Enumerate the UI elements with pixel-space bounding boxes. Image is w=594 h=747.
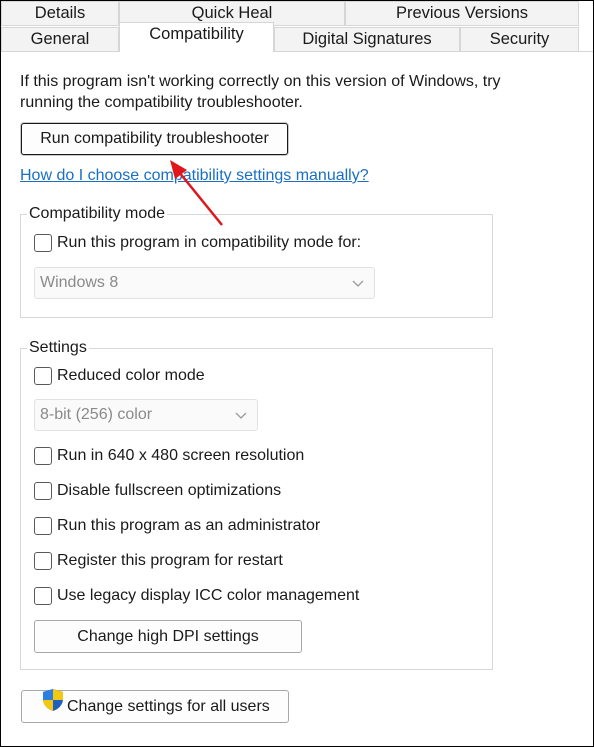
os-version-value: Windows 8 (40, 274, 119, 291)
tab-compatibility[interactable]: Compatibility (119, 22, 274, 52)
change-all-users-button[interactable]: Change settings for all users (21, 688, 289, 723)
change-all-users-label: Change settings for all users (67, 698, 270, 716)
legacy-icc-checkbox-row[interactable]: Use legacy display ICC color management (34, 587, 359, 605)
tab-security[interactable]: Security (460, 27, 579, 52)
help-link[interactable]: How do I choose compatibility settings m… (20, 167, 369, 185)
compat-mode-checkbox-row[interactable]: Run this program in compatibility mode f… (34, 234, 361, 252)
uac-shield-icon (41, 688, 65, 723)
resolution-640-label: Run in 640 x 480 screen resolution (57, 447, 305, 464)
reduced-color-checkbox[interactable] (34, 367, 52, 385)
disable-fullscreen-opt-checkbox[interactable] (34, 482, 52, 500)
compat-mode-checkbox[interactable] (34, 234, 52, 252)
register-restart-checkbox[interactable] (34, 552, 52, 570)
tab-digital-signatures[interactable]: Digital Signatures (274, 27, 460, 52)
register-restart-label: Register this program for restart (57, 552, 283, 569)
run-as-admin-checkbox[interactable] (34, 517, 52, 535)
tab-divider (1, 51, 593, 52)
run-troubleshooter-button[interactable]: Run compatibility troubleshooter (21, 123, 288, 155)
intro-text: If this program isn't working correctly … (20, 73, 501, 111)
color-mode-value: 8-bit (256) color (40, 406, 153, 423)
run-as-admin-label: Run this program as an administrator (57, 517, 321, 534)
legacy-icc-checkbox[interactable] (34, 587, 52, 605)
tab-previous-versions[interactable]: Previous Versions (345, 1, 579, 26)
tab-general[interactable]: General (1, 27, 119, 52)
resolution-640-checkbox[interactable] (34, 447, 52, 465)
chevron-down-icon (352, 268, 364, 309)
settings-title: Settings (27, 338, 89, 358)
legacy-icc-label: Use legacy display ICC color management (57, 587, 360, 604)
tab-details[interactable]: Details (1, 1, 119, 26)
compatibility-mode-group (20, 214, 493, 318)
register-restart-checkbox-row[interactable]: Register this program for restart (34, 552, 283, 570)
disable-fullscreen-opt-checkbox-row[interactable]: Disable fullscreen optimizations (34, 482, 281, 500)
os-version-select[interactable]: Windows 8 (34, 267, 375, 299)
chevron-down-icon (235, 400, 247, 441)
color-mode-select[interactable]: 8-bit (256) color (34, 399, 258, 431)
run-as-admin-checkbox-row[interactable]: Run this program as an administrator (34, 517, 320, 535)
change-dpi-button[interactable]: Change high DPI settings (34, 620, 302, 653)
compatibility-mode-title: Compatibility mode (27, 204, 168, 224)
disable-fullscreen-opt-label: Disable fullscreen optimizations (57, 482, 282, 499)
compat-mode-label: Run this program in compatibility mode f… (57, 234, 362, 251)
properties-dialog: Details Quick Heal Previous Versions Gen… (0, 0, 594, 747)
resolution-640-checkbox-row[interactable]: Run in 640 x 480 screen resolution (34, 447, 304, 465)
reduced-color-checkbox-row[interactable]: Reduced color mode (34, 367, 205, 385)
reduced-color-label: Reduced color mode (57, 367, 205, 384)
